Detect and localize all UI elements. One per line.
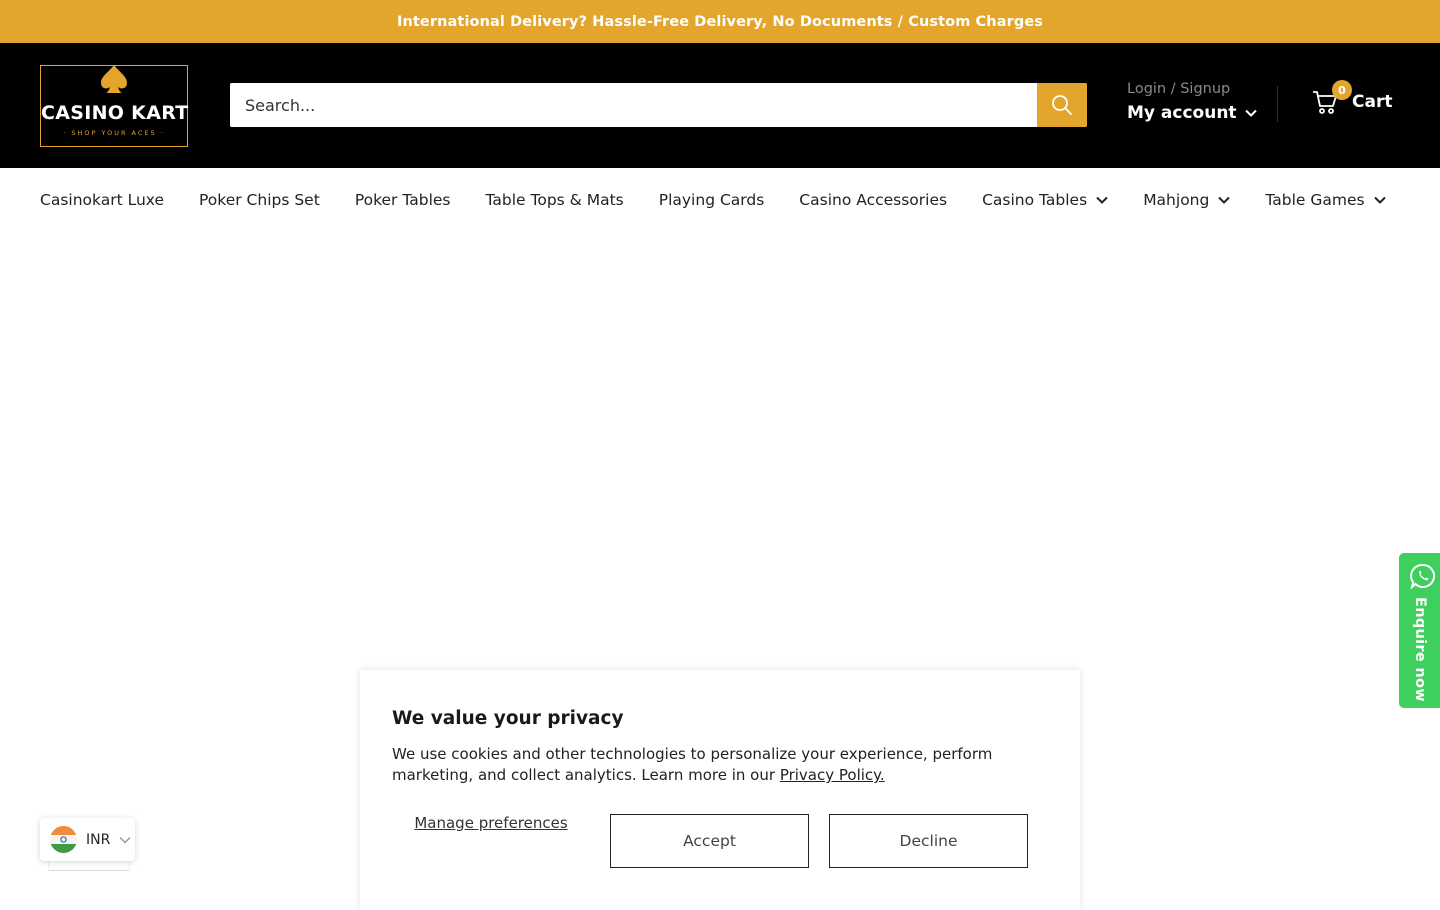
whatsapp-icon bbox=[1410, 563, 1435, 589]
my-account-dropdown[interactable]: My account bbox=[1127, 103, 1257, 123]
nav-item-mahjong[interactable]: Mahjong bbox=[1143, 191, 1231, 209]
nav-item-label: Playing Cards bbox=[658, 191, 765, 209]
india-flag-icon bbox=[50, 826, 77, 853]
account-menu[interactable]: Login / Signup My account bbox=[1127, 81, 1257, 123]
site-header: CASINO KART · SHOP YOUR ACES · Login / S… bbox=[0, 43, 1440, 168]
chevron-down-icon bbox=[1096, 196, 1108, 204]
manage-preferences-link[interactable]: Manage preferences bbox=[392, 814, 590, 833]
nav-item-label: Poker Tables bbox=[354, 191, 451, 209]
nav-item-table-tops-mats[interactable]: Table Tops & Mats bbox=[486, 191, 624, 209]
chevron-down-icon bbox=[1244, 109, 1257, 117]
cart-icon-wrap: 0 bbox=[1312, 80, 1352, 115]
nav-item-casino-accessories[interactable]: Casino Accessories bbox=[799, 191, 947, 209]
enquire-now-label: Enquire now bbox=[1412, 597, 1428, 702]
currency-code: INR bbox=[86, 831, 111, 848]
nav-item-casinokart-luxe[interactable]: Casinokart Luxe bbox=[40, 191, 164, 209]
nav-item-poker-chips-set[interactable]: Poker Chips Set bbox=[199, 191, 320, 209]
nav-item-table-games[interactable]: Table Games bbox=[1265, 191, 1386, 209]
enquire-now-button[interactable]: Enquire now bbox=[1399, 553, 1440, 708]
nav-item-label: Casinokart Luxe bbox=[40, 191, 165, 209]
nav-item-casino-tables[interactable]: Casino Tables bbox=[982, 191, 1108, 209]
nav-item-label: Casino Tables bbox=[982, 191, 1088, 209]
currency-selector-shadow bbox=[48, 862, 130, 871]
logo-name: CASINO KART bbox=[41, 102, 189, 124]
nav-item-label: Casino Accessories bbox=[799, 191, 948, 209]
nav-item-label: Mahjong bbox=[1143, 191, 1210, 209]
main-navigation: Casinokart Luxe Poker Chips Set Poker Ta… bbox=[40, 168, 1386, 232]
accept-button[interactable]: Accept bbox=[610, 814, 809, 868]
decline-button[interactable]: Decline bbox=[829, 814, 1028, 868]
header-divider bbox=[1277, 86, 1278, 122]
nav-item-poker-tables[interactable]: Poker Tables bbox=[355, 191, 451, 209]
login-signup-link[interactable]: Login / Signup bbox=[1127, 81, 1257, 97]
nav-item-label: Table Tops & Mats bbox=[485, 191, 624, 209]
announcement-bar: International Delivery? Hassle-Free Deli… bbox=[0, 0, 1440, 43]
site-logo[interactable]: CASINO KART · SHOP YOUR ACES · bbox=[40, 65, 188, 147]
privacy-title: We value your privacy bbox=[392, 708, 624, 729]
nav-item-label: Poker Chips Set bbox=[199, 191, 320, 209]
spade-icon bbox=[101, 65, 127, 93]
cart-count-badge: 0 bbox=[1332, 80, 1352, 100]
my-account-label: My account bbox=[1127, 103, 1237, 123]
search-input[interactable] bbox=[230, 83, 1037, 127]
cart-button[interactable]: 0 Cart bbox=[1312, 80, 1393, 115]
chevron-down-icon bbox=[1373, 196, 1386, 204]
search-icon bbox=[1052, 95, 1072, 115]
currency-selector[interactable]: INR bbox=[40, 818, 135, 861]
chevron-down-icon bbox=[1218, 196, 1231, 204]
search-button[interactable] bbox=[1037, 83, 1087, 127]
nav-item-playing-cards[interactable]: Playing Cards bbox=[659, 191, 765, 209]
privacy-policy-link[interactable]: Privacy Policy. bbox=[780, 766, 885, 784]
nav-item-label: Table Games bbox=[1265, 191, 1365, 209]
search-bar bbox=[230, 83, 1087, 127]
privacy-body: We use cookies and other technologies to… bbox=[392, 744, 1002, 786]
logo-tagline: · SHOP YOUR ACES · bbox=[63, 129, 165, 137]
privacy-banner: We value your privacy We use cookies and… bbox=[360, 670, 1080, 910]
announcement-text: International Delivery? Hassle-Free Deli… bbox=[396, 13, 1044, 30]
chevron-down-icon bbox=[119, 836, 131, 844]
privacy-body-text: We use cookies and other technologies to… bbox=[392, 745, 993, 784]
cart-label: Cart bbox=[1352, 92, 1393, 112]
